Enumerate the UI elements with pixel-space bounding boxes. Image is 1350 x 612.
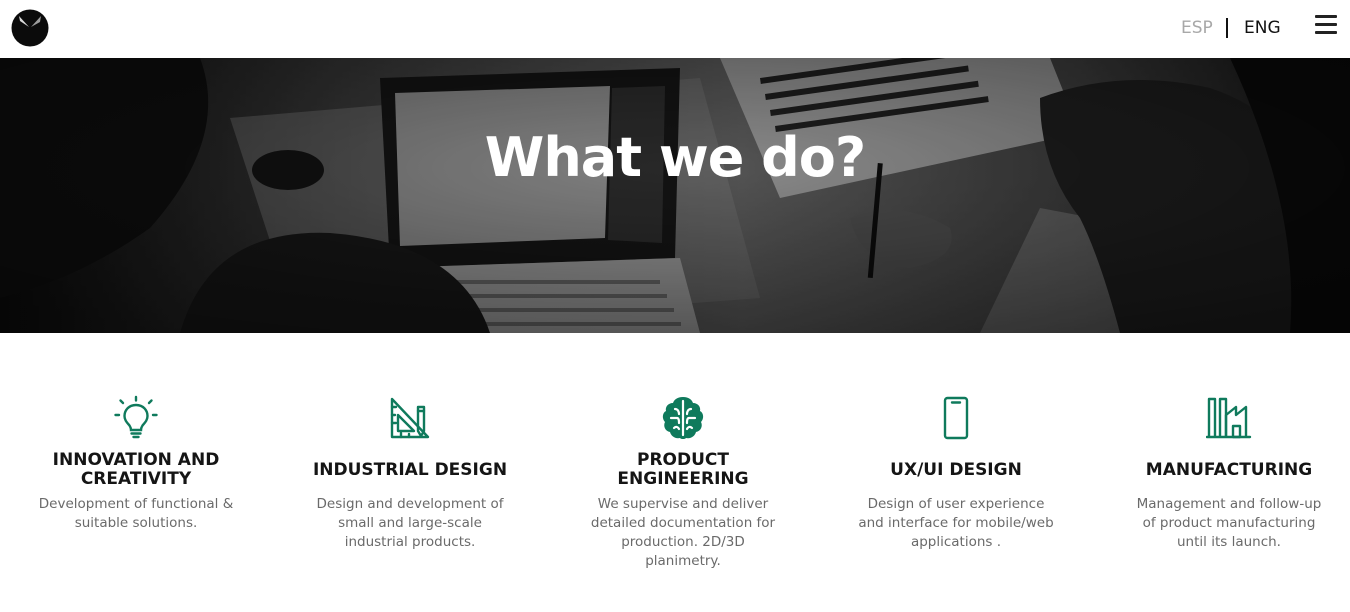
service-description: We supervise and deliver detailed docume… xyxy=(590,496,776,569)
lightbulb-icon xyxy=(114,395,158,439)
service-title: UX/UI DESIGN xyxy=(890,459,1022,480)
service-title: MANUFACTURING xyxy=(1145,459,1313,480)
lang-eng-link[interactable]: ENG xyxy=(1244,17,1281,39)
circle-logo-icon[interactable] xyxy=(11,9,49,47)
service-innovation: INNOVATION AND CREATIVITY Development of… xyxy=(16,395,256,533)
lang-esp-link[interactable]: ESP xyxy=(1181,17,1213,39)
hero-title: What we do? xyxy=(484,126,866,189)
hero-background-image xyxy=(0,58,1350,333)
service-description: Design and development of small and larg… xyxy=(316,496,504,550)
service-title: PRODUCT ENGINEERING xyxy=(617,450,749,489)
smartphone-icon xyxy=(943,396,969,440)
service-industrial-design: INDUSTRIAL DESIGN Design and development… xyxy=(290,395,530,552)
hero-banner: What we do? xyxy=(0,58,1350,333)
service-description: Design of user experience and interface … xyxy=(858,496,1054,550)
service-product-engineering: PRODUCT ENGINEERING We supervise and del… xyxy=(563,395,803,571)
service-description: Development of functional & suitable sol… xyxy=(38,496,234,531)
service-title: INDUSTRIAL DESIGN xyxy=(312,459,508,480)
service-ux-ui-design: UX/UI DESIGN Design of user experience a… xyxy=(836,395,1076,552)
factory-icon xyxy=(1206,397,1252,439)
service-manufacturing: MANUFACTURING Management and follow-up o… xyxy=(1109,395,1349,552)
ruler-pencil-icon xyxy=(390,397,430,439)
service-title: INNOVATION AND CREATIVITY xyxy=(52,450,220,489)
service-description: Management and follow-up of product manu… xyxy=(1136,496,1322,550)
lang-divider xyxy=(1226,18,1228,38)
site-header: ESP ENG xyxy=(0,0,1350,58)
brain-icon xyxy=(662,397,704,439)
hamburger-icon[interactable] xyxy=(1315,14,1337,36)
